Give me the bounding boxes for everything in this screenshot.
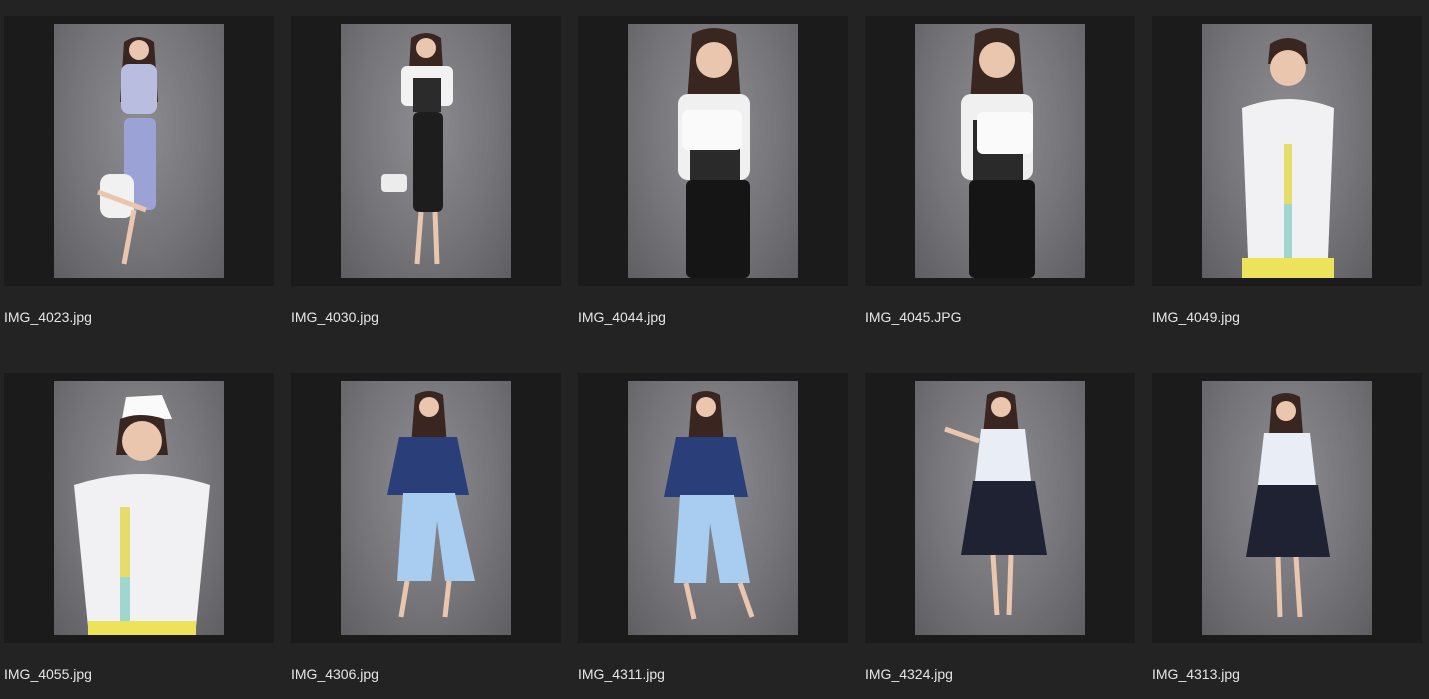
file-name-label: IMG_4030.jpg	[291, 309, 379, 325]
thumbnail-frame	[578, 16, 848, 286]
thumbnail-frame	[1152, 373, 1422, 643]
photo-thumbnail	[915, 24, 1085, 278]
figure-illustration	[97, 37, 158, 265]
photo-thumbnail	[628, 381, 798, 635]
file-name-label: IMG_4324.jpg	[865, 666, 953, 682]
thumbnail-frame	[291, 16, 561, 286]
figure-illustration	[387, 391, 475, 618]
file-name-label: IMG_4306.jpg	[291, 666, 379, 682]
thumbnail-frame	[865, 373, 1135, 643]
thumbnail-frame	[865, 16, 1135, 286]
figure-illustration	[1242, 38, 1334, 278]
photo-thumbnail	[1202, 24, 1372, 278]
file-name-label: IMG_4313.jpg	[1152, 666, 1240, 682]
thumbnail-frame	[4, 16, 274, 286]
file-name-label: IMG_4023.jpg	[4, 309, 92, 325]
figure-illustration	[678, 28, 750, 278]
file-name-label: IMG_4311.jpg	[578, 666, 665, 682]
thumbnail-frame	[578, 373, 848, 643]
figure-illustration	[381, 33, 453, 265]
thumbnail-grid: IMG_4023.jpg IMG_4030.jpg IMG_4044.jpg I…	[0, 0, 1429, 699]
thumbnail-frame	[291, 373, 561, 643]
thumbnail-frame	[1152, 16, 1422, 286]
figure-illustration	[961, 28, 1035, 278]
photo-thumbnail	[915, 381, 1085, 635]
figure-illustration	[74, 395, 210, 635]
file-name-label: IMG_4055.jpg	[4, 666, 92, 682]
file-name-label: IMG_4044.jpg	[578, 309, 666, 325]
figure-illustration	[1246, 393, 1330, 618]
photo-thumbnail	[54, 381, 224, 635]
photo-thumbnail	[1202, 381, 1372, 635]
photo-thumbnail	[628, 24, 798, 278]
photo-thumbnail	[54, 24, 224, 278]
photo-thumbnail	[341, 381, 511, 635]
file-name-label: IMG_4045.JPG	[865, 309, 962, 325]
figure-illustration	[664, 391, 755, 620]
file-name-label: IMG_4049.jpg	[1152, 309, 1240, 325]
photo-thumbnail	[341, 24, 511, 278]
figure-illustration	[944, 391, 1047, 616]
thumbnail-frame	[4, 373, 274, 643]
